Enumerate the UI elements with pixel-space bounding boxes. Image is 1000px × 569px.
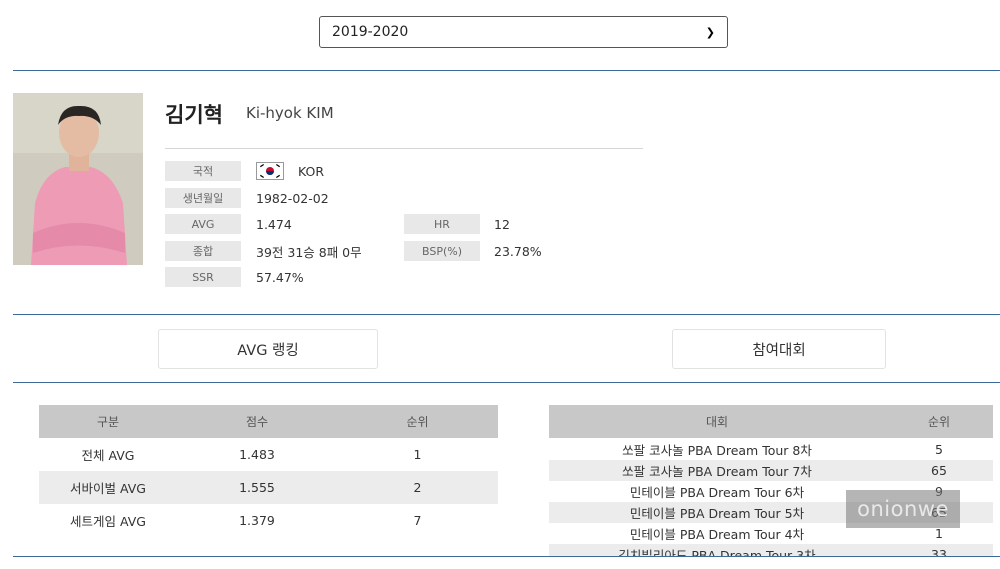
row-rank: 1 [413,447,422,462]
table-row: 서바이벌 AVG 1.555 2 [39,471,498,504]
row-tournament: 민테이블 PBA Dream Tour 4차 [629,527,805,542]
row-rank: 5 [935,442,943,457]
row-rank: 65 [931,463,947,478]
row-score: 1.555 [239,480,275,495]
divider-bottom [13,556,1000,557]
avg-table: 구분 점수 순위 전체 AVG 1.483 1 서바이벌 AVG 1.555 2… [39,405,498,537]
nationality-code: KOR [298,163,325,179]
tournament-table: 대회 순위 쏘팔 코사놀 PBA Dream Tour 8차 5 쏘팔 코사놀 … [549,405,993,557]
record-value: 39전 31승 8패 0무 [256,244,362,260]
row-score: 1.379 [239,513,275,528]
season-select[interactable]: 2019-2020 ❯ [319,16,728,48]
player-photo [13,93,143,265]
divider-top [13,70,1000,71]
hr-value: 12 [494,216,510,232]
row-rank: 2 [413,480,422,495]
player-name-korean: 김기혁 [165,103,223,127]
season-select-value: 2019-2020 [332,24,409,40]
row-category: 서바이벌 AVG [70,481,146,496]
table-row: 세트게임 AVG 1.379 7 [39,504,498,537]
bsp-label: BSP(%) [404,241,480,261]
row-tournament: 민테이블 PBA Dream Tour 6차 [629,485,805,500]
name-divider [165,148,643,149]
row-tournament: 민테이블 PBA Dream Tour 5차 [629,506,805,521]
row-category: 전체 AVG [81,448,135,463]
table-row[interactable]: 쏘팔 코사놀 PBA Dream Tour 8차 5 [549,439,993,460]
avg-table-header: 구분 점수 순위 [39,405,498,438]
table-row: 전체 AVG 1.483 1 [39,438,498,471]
birth-value: 1982-02-02 [256,190,329,206]
row-category: 세트게임 AVG [70,514,146,529]
row-tournament: 쏘팔 코사놀 PBA Dream Tour 7차 [622,464,812,479]
nationality-label: 국적 [165,161,241,181]
column-header-category: 구분 [96,415,120,429]
tournament-table-header: 대회 순위 [549,405,993,438]
record-label: 종합 [165,241,241,261]
nationality-value: KOR [256,161,324,181]
row-tournament: 쏘팔 코사놀 PBA Dream Tour 8차 [622,443,812,458]
row-score: 1.483 [239,447,275,462]
tab-tournaments[interactable]: 참여대회 [672,329,886,369]
birth-label: 생년월일 [165,188,241,208]
korea-flag-icon [256,162,284,180]
avg-value: 1.474 [256,216,292,232]
table-row[interactable]: 쏘팔 코사놀 PBA Dream Tour 7차 65 [549,460,993,481]
column-header-rank: 순위 [927,415,951,429]
player-name-english: Ki-hyok KIM [246,104,334,122]
divider-mid [13,314,1000,315]
hr-label: HR [404,214,480,234]
bsp-value: 23.78% [494,243,542,259]
column-header-rank: 순위 [406,415,429,429]
column-header-tournament: 대회 [705,415,729,429]
tab-avg-ranking[interactable]: AVG 랭킹 [158,329,378,369]
avg-label: AVG [165,214,241,234]
chevron-down-icon: ❯ [705,25,715,39]
ssr-value: 57.47% [256,269,304,285]
row-rank: 7 [413,513,422,528]
column-header-score: 점수 [245,415,269,429]
ssr-label: SSR [165,267,241,287]
watermark: onionwe [846,490,960,528]
divider-tabs [13,382,1000,383]
